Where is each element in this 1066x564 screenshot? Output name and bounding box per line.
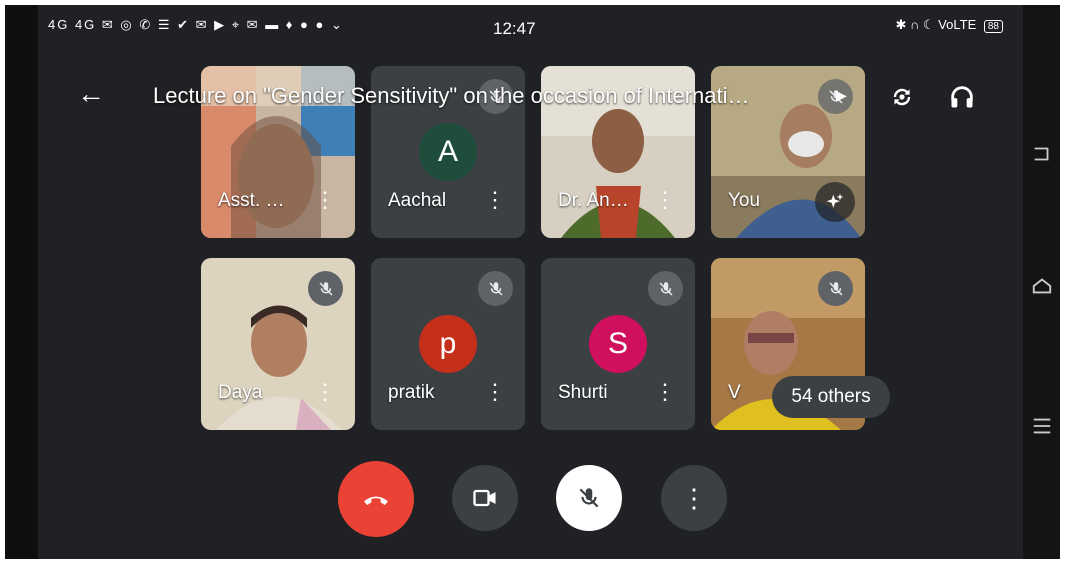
meet-screen: 4G 4G ✉ ◎ ✆ ☰ ✔ ✉ ▶ ⌖ ✉ ▬ ♦ ● ● ⌄ 12:47 … (38, 5, 1023, 559)
mic-off-icon (648, 271, 683, 306)
others-count-chip[interactable]: 54 others (772, 376, 890, 418)
notification-icons: 4G 4G ✉ ◎ ✆ ☰ ✔ ✉ ▶ ⌖ ✉ ▬ ♦ ● ● ⌄ (48, 17, 344, 32)
meeting-top-bar: ← Lecture on "Gender Sensitivity" on the… (38, 73, 1023, 123)
switch-camera-icon[interactable] (884, 79, 920, 115)
battery-icon: 88 (983, 20, 1003, 33)
participant-name: Asst. … (218, 190, 285, 211)
participant-tile-shurti[interactable]: S Shurti ⋮ (541, 258, 695, 430)
participant-tile-pratik[interactable]: p pratik ⋮ (371, 258, 525, 430)
home-nav-icon[interactable] (1031, 275, 1053, 297)
participant-name: Dr. An… (558, 190, 629, 211)
more-options-icon[interactable]: ⋮ (653, 376, 677, 408)
signal-icons: ✱ ∩ ☾ VoLTE (895, 17, 977, 32)
phone-frame: 4G 4G ✉ ◎ ✆ ☰ ✔ ✉ ▶ ⌖ ✉ ▬ ♦ ● ● ⌄ 12:47 … (5, 5, 1060, 559)
more-options-button[interactable]: ⋮ (661, 465, 727, 531)
system-icons: ✱ ∩ ☾ VoLTE 88 (895, 17, 1003, 33)
mic-off-icon (478, 271, 513, 306)
chevron-right-icon[interactable]: ▶ (836, 87, 847, 104)
avatar: p (419, 315, 477, 373)
meeting-title[interactable]: Lecture on "Gender Sensitivity" on the o… (153, 83, 750, 109)
effects-sparkle-icon[interactable] (815, 182, 855, 222)
mic-off-icon (579, 488, 599, 508)
back-arrow-icon[interactable]: ← (76, 79, 106, 109)
avatar: A (419, 123, 477, 181)
more-vert-icon: ⋮ (681, 482, 707, 513)
participant-tile-daya[interactable]: Daya ⋮ (201, 258, 355, 430)
camera-button[interactable] (452, 465, 518, 531)
participant-name: Shurti (558, 382, 608, 403)
participant-name: V (728, 382, 741, 403)
participant-name: pratik (388, 382, 435, 403)
mic-off-icon (818, 271, 853, 306)
back-nav-icon[interactable] (1031, 143, 1053, 165)
more-options-icon[interactable]: ⋮ (483, 376, 507, 408)
participant-name: Daya (218, 382, 263, 403)
participant-name: Aachal (388, 190, 447, 211)
headphones-icon[interactable] (944, 79, 980, 115)
system-nav-bar (1023, 5, 1060, 559)
more-options-icon[interactable]: ⋮ (313, 184, 337, 216)
more-options-icon[interactable]: ⋮ (653, 184, 677, 216)
phone-hangup-icon (364, 496, 388, 505)
avatar: S (589, 315, 647, 373)
participant-name: You (728, 190, 761, 211)
video-camera-icon (473, 489, 496, 507)
more-options-icon[interactable]: ⋮ (313, 376, 337, 408)
more-options-icon[interactable]: ⋮ (483, 184, 507, 216)
recents-nav-icon[interactable] (1031, 415, 1053, 437)
mic-off-icon (308, 271, 343, 306)
end-call-button[interactable] (338, 461, 414, 537)
status-bar: 4G 4G ✉ ◎ ✆ ☰ ✔ ✉ ▶ ⌖ ✉ ▬ ♦ ● ● ⌄ 12:47 … (38, 5, 1023, 45)
status-time: 12:47 (493, 19, 536, 38)
microphone-button[interactable] (556, 465, 622, 531)
